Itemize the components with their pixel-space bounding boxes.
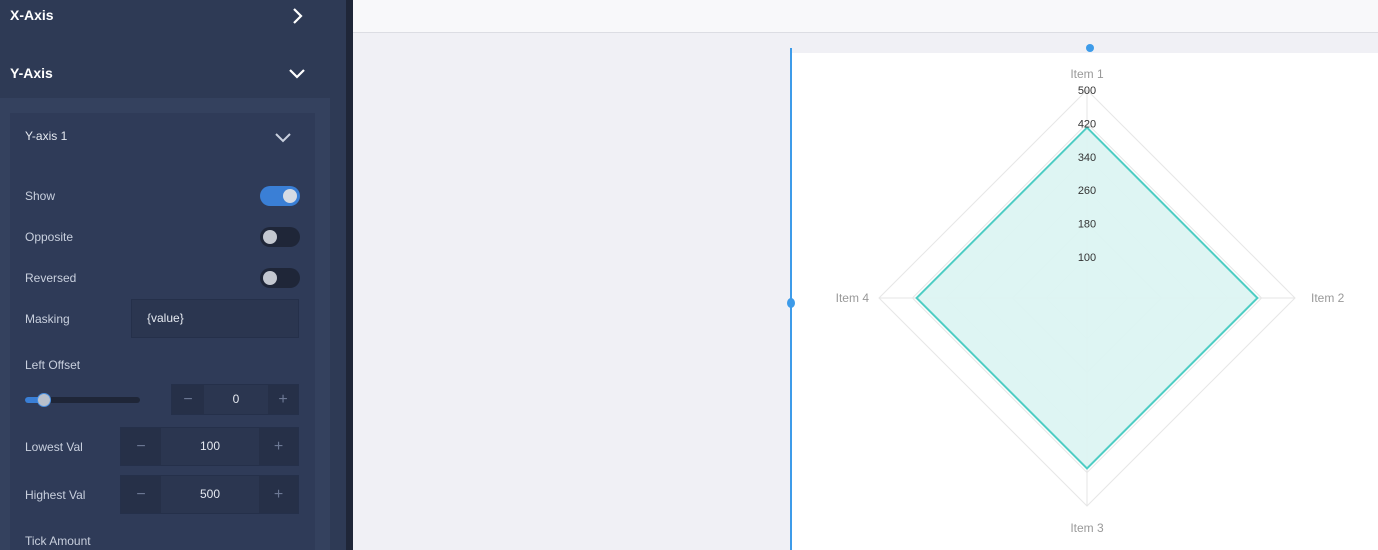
chevron-down-icon[interactable]: [286, 62, 308, 84]
y-axis-title: Y-Axis: [10, 65, 53, 81]
y-axis-1-title: Y-axis 1: [25, 129, 68, 143]
decrement-button[interactable]: −: [121, 428, 161, 465]
reversed-toggle[interactable]: [260, 268, 300, 288]
highest-val-label: Highest Val: [25, 488, 86, 502]
series-area: [915, 126, 1259, 470]
left-offset-stepper: − 0 +: [171, 384, 299, 415]
masking-label: Masking: [25, 312, 70, 326]
category-label: Item 4: [836, 291, 870, 305]
tick-label: 180: [1078, 219, 1096, 231]
lowest-val-stepper: − 100 +: [120, 427, 299, 466]
lowest-val-label: Lowest Val: [25, 440, 83, 454]
toggle-knob: [283, 189, 297, 203]
increment-button[interactable]: +: [268, 385, 298, 414]
chevron-down-icon[interactable]: [272, 126, 294, 148]
y-axis-section-header[interactable]: Y-Axis: [0, 58, 330, 88]
category-label: Item 3: [1070, 521, 1104, 535]
left-offset-value[interactable]: 0: [204, 385, 268, 414]
toggle-knob: [263, 230, 277, 244]
tick-label: 340: [1078, 152, 1096, 164]
resize-handle[interactable]: [787, 298, 795, 308]
show-label: Show: [25, 189, 56, 203]
tick-label: 260: [1078, 185, 1096, 197]
show-toggle[interactable]: [260, 186, 300, 206]
highest-val-input[interactable]: 500: [161, 476, 259, 513]
increment-button[interactable]: +: [259, 428, 298, 465]
x-axis-section-header[interactable]: X-Axis: [0, 0, 330, 30]
tick-amount-label: Tick Amount: [25, 534, 91, 548]
reversed-label: Reversed: [25, 271, 77, 285]
lowest-val-input[interactable]: 100: [161, 428, 259, 465]
x-axis-title: X-Axis: [10, 7, 54, 23]
sidebar-divider: [346, 0, 353, 550]
tick-label: 500: [1078, 85, 1096, 97]
left-offset-label: Left Offset: [25, 358, 81, 372]
opposite-label: Opposite: [25, 230, 74, 244]
decrement-button[interactable]: −: [172, 385, 204, 414]
radar-chart[interactable]: 100 180 260 340 420 500 Item 1 Item 2 Item 3 Item…: [791, 53, 1378, 550]
chevron-right-icon[interactable]: [286, 5, 308, 27]
resize-handle[interactable]: [1086, 44, 1094, 52]
toggle-knob: [263, 271, 277, 285]
settings-sidebar: X-Axis Y-Axis Y-axis 1 Show Opposite Rev…: [0, 0, 346, 550]
category-label: Item 2: [1311, 291, 1345, 305]
opposite-toggle[interactable]: [260, 227, 300, 247]
highest-val-stepper: − 500 +: [120, 475, 299, 514]
tick-label: 420: [1078, 118, 1096, 130]
top-toolbar: [353, 0, 1378, 33]
slider-handle[interactable]: [37, 393, 51, 407]
increment-button[interactable]: +: [259, 476, 298, 513]
decrement-button[interactable]: −: [121, 476, 161, 513]
masking-input[interactable]: {value}: [131, 299, 299, 338]
category-label: Item 1: [1070, 67, 1104, 81]
tick-label: 100: [1078, 252, 1096, 264]
